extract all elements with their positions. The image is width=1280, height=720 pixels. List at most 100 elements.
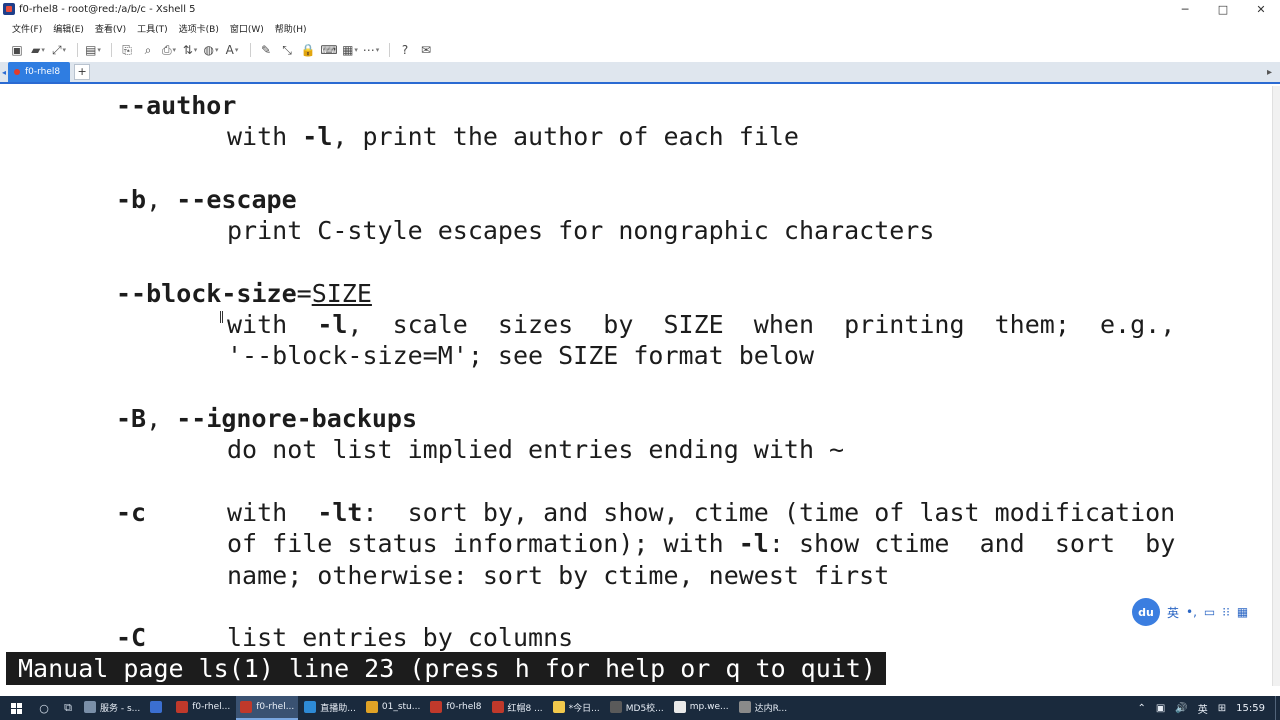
terminal-line: --author	[116, 91, 237, 120]
open-folder-icon[interactable]: ▰	[29, 41, 47, 59]
properties-icon[interactable]: ▤	[84, 41, 102, 59]
tab-menu-icon[interactable]: ▸	[1267, 67, 1272, 78]
taskbar-task[interactable]: f0-rhel8	[426, 696, 485, 720]
font-icon[interactable]: A	[223, 41, 241, 59]
ime-toolbox-icon[interactable]: ⁝⁝	[1222, 605, 1230, 619]
terminal-line: --block-size=SIZE	[116, 278, 372, 308]
tab-f0-rhel8[interactable]: f0-rhel8	[8, 62, 71, 82]
taskbar-task[interactable]: f0-rhel...	[172, 696, 234, 720]
ime-lang-toggle[interactable]: 英	[1167, 604, 1179, 621]
terminal-line: -B, --ignore-backups	[116, 404, 418, 433]
keyboard-icon[interactable]: ⌨	[320, 41, 338, 59]
task-label: 直播助...	[320, 703, 356, 714]
new-session-icon[interactable]: ▣	[8, 41, 26, 59]
lock-icon[interactable]: 🔒	[299, 41, 317, 59]
task-label: f0-rhel8	[446, 702, 482, 712]
task-app-icon	[150, 701, 163, 713]
task-view-icon[interactable]: ⧉	[56, 696, 80, 720]
compose-icon[interactable]: ▦	[341, 41, 359, 59]
taskbar-task[interactable]: 直播助...	[300, 696, 360, 720]
taskbar-task[interactable]: 01_stu...	[362, 696, 424, 720]
tab-scroll-left-icon[interactable]: ◂	[0, 62, 8, 82]
ime-toolbar: du 英 •, ▭ ⁝⁝ ▦	[1132, 597, 1255, 627]
help-icon[interactable]: ?	[396, 41, 414, 59]
taskbar-task[interactable]: *今日...	[549, 696, 604, 720]
task-app-icon	[738, 701, 751, 713]
taskbar-task[interactable]	[146, 696, 170, 720]
terminal-line: -b, --escape	[116, 184, 297, 214]
task-label: 达内R...	[754, 703, 788, 714]
terminal-line: with -lt: sort by, and show, ctime (time…	[227, 497, 1176, 527]
task-label: 服务 - s...	[100, 703, 141, 714]
window-controls: ─ □ ✕	[1166, 0, 1280, 18]
clock[interactable]: 15:59	[1236, 703, 1265, 714]
text-cursor-icon	[220, 311, 223, 323]
disconnect-icon[interactable]: ⤢	[50, 41, 68, 59]
start-button[interactable]	[0, 696, 32, 720]
task-app-icon	[430, 701, 443, 713]
transfer-icon[interactable]: ⇅	[181, 41, 199, 59]
tray-overflow-icon[interactable]: ⌃	[1137, 703, 1145, 714]
taskbar-task[interactable]: MD5校...	[606, 696, 668, 720]
menu-window[interactable]: 窗口(W)	[230, 22, 264, 35]
terminal-line: with -l, scale sizes by SIZE when printi…	[227, 310, 1176, 340]
menu-tools[interactable]: 工具(T)	[137, 22, 168, 35]
tab-label: f0-rhel8	[25, 67, 61, 77]
task-app-icon	[176, 701, 189, 713]
show-desktop-button[interactable]	[1275, 696, 1280, 720]
task-app-icon	[609, 701, 622, 713]
close-button[interactable]: ✕	[1242, 0, 1280, 18]
task-app-icon	[552, 701, 565, 713]
windows-logo-icon	[10, 702, 22, 714]
menu-file[interactable]: 文件(F)	[12, 22, 42, 35]
action-center-icon[interactable]: ⊞	[1218, 703, 1226, 714]
copy-icon[interactable]: ⎘	[118, 41, 136, 59]
task-label: MD5校...	[625, 703, 664, 714]
globe-icon[interactable]: ◍	[202, 41, 220, 59]
fullscreen-icon[interactable]: ⤡	[278, 41, 296, 59]
input-language-indicator[interactable]: 英	[1198, 701, 1208, 716]
terminal-line: print C-style escapes for nongraphic cha…	[227, 216, 935, 246]
task-label: *今日...	[568, 703, 600, 714]
task-app-icon	[673, 701, 686, 713]
ime-punct-icon[interactable]: •,	[1186, 605, 1197, 619]
terminal-line: of file status information); with -l: sh…	[227, 529, 1176, 559]
minimize-button[interactable]: ─	[1166, 0, 1204, 18]
tunnel-icon[interactable]: ⋯	[362, 41, 380, 59]
terminal-line: name; otherwise: sort by ctime, newest f…	[227, 560, 890, 590]
new-tab-button[interactable]: +	[74, 64, 91, 80]
taskbar-task[interactable]: 达内R...	[735, 696, 792, 720]
print-icon[interactable]: ⎙	[160, 41, 178, 59]
menu-view[interactable]: 查看(V)	[95, 22, 126, 35]
task-label: f0-rhel...	[192, 702, 231, 712]
script-icon[interactable]: ✎	[257, 41, 275, 59]
title-bar: f0-rhel8 - root@red:/a/b/c - Xshell 5 ─ …	[0, 0, 1280, 18]
menu-help[interactable]: 帮助(H)	[275, 22, 307, 35]
terminal-scrollbar[interactable]	[1272, 86, 1280, 686]
find-icon[interactable]: ⌕	[139, 41, 157, 59]
taskbar-task[interactable]: f0-rhel...	[236, 696, 299, 720]
menu-edit[interactable]: 编辑(E)	[53, 22, 84, 35]
menu-tabs[interactable]: 选项卡(B)	[179, 22, 219, 35]
ime-skin-icon[interactable]: ▭	[1204, 605, 1215, 619]
taskbar-task[interactable]: mp.we...	[670, 696, 733, 720]
taskbar-task[interactable]: 服务 - s...	[80, 696, 144, 720]
volume-icon[interactable]: 🔊	[1175, 703, 1187, 714]
session-tab-bar: ◂ f0-rhel8 + ▸	[0, 62, 1280, 84]
toolbar-separator	[111, 43, 112, 57]
ime-grid-icon[interactable]: ▦	[1237, 605, 1248, 619]
chat-icon[interactable]: ✉	[417, 41, 435, 59]
task-app-icon	[365, 701, 378, 713]
menu-bar: 文件(F) 编辑(E) 查看(V) 工具(T) 选项卡(B) 窗口(W) 帮助(…	[0, 18, 1280, 38]
baidu-ime-logo[interactable]: du	[1132, 598, 1160, 626]
maximize-button[interactable]: □	[1204, 0, 1242, 18]
terminal-line: do not list implied entries ending with …	[227, 435, 845, 465]
taskbar-task[interactable]: 红帽8 ...	[488, 696, 547, 720]
terminal-output[interactable]: --author with -l, print the author of eac…	[0, 86, 1272, 686]
search-icon[interactable]: ○	[32, 696, 56, 720]
toolbar: ▣▰⤢ ▤ ⎘⌕⎙⇅◍A ✎⤡🔒⌨▦⋯?✉	[0, 38, 1280, 62]
terminal-line: list entries by columns	[227, 623, 574, 653]
network-icon[interactable]: ▣	[1156, 703, 1165, 714]
xshell-app-icon	[3, 3, 15, 15]
terminal-line: with -l, print the author of each file	[227, 122, 799, 152]
